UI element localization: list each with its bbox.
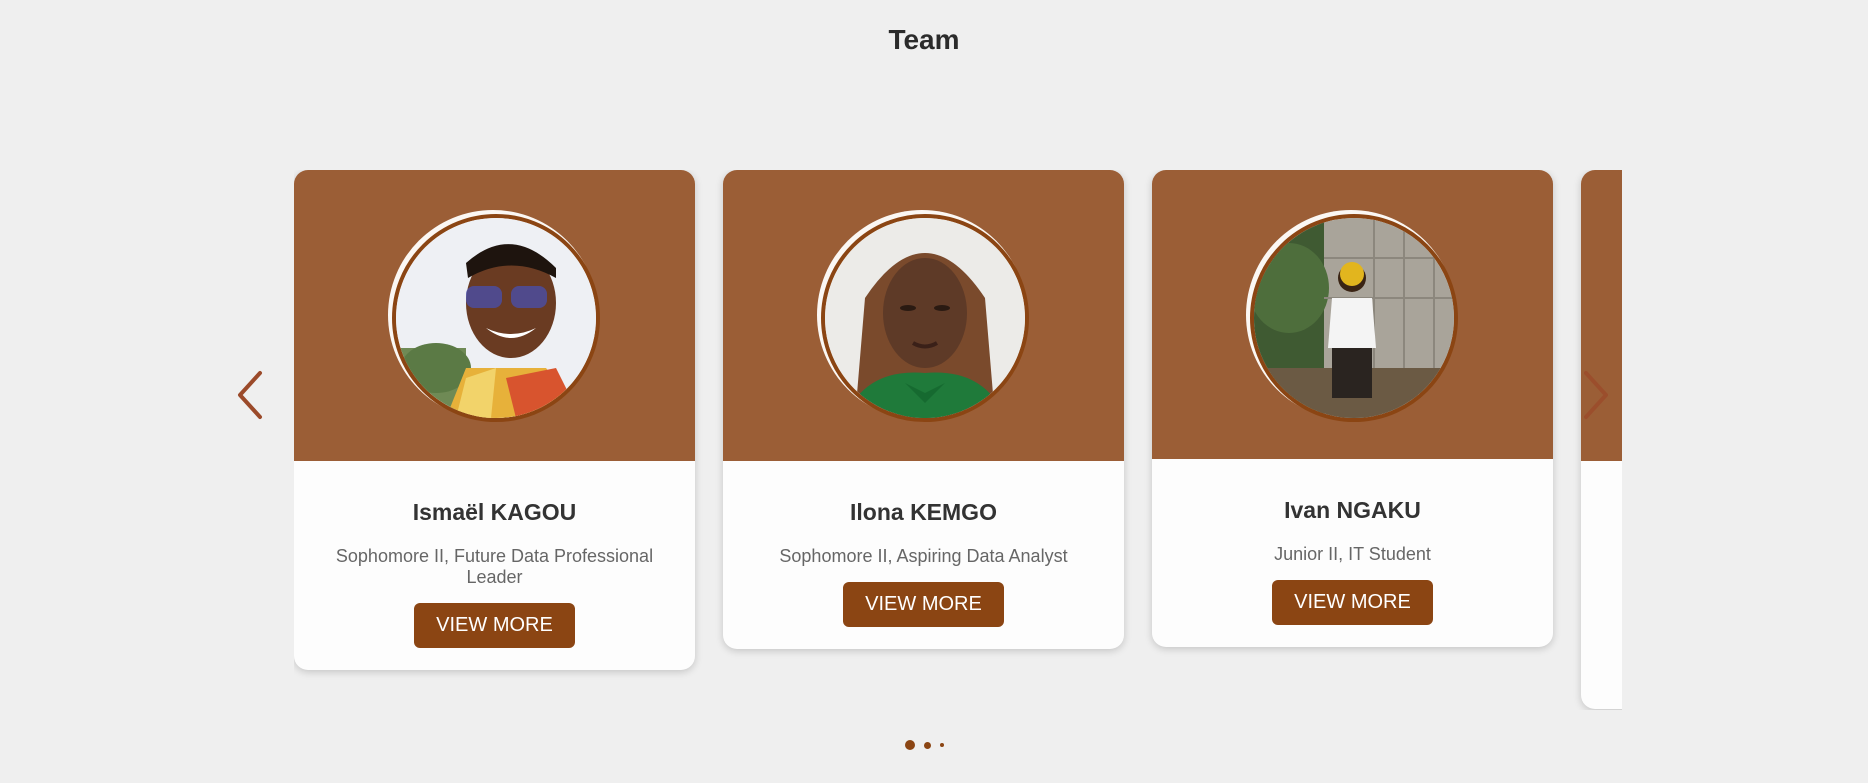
pagination-dot-2[interactable] bbox=[923, 741, 931, 749]
team-card: Ilona KEMGO Sophomore II, Aspiring Data … bbox=[723, 170, 1124, 649]
team-carousel: Ismaël KAGOU Sophomore II, Future Data P… bbox=[294, 170, 1622, 710]
view-more-button[interactable]: VIEW MORE bbox=[414, 603, 575, 648]
pagination-dot-3[interactable] bbox=[939, 743, 944, 747]
pagination-dot-1[interactable] bbox=[904, 740, 915, 750]
avatar bbox=[821, 214, 1029, 422]
view-more-button[interactable]: VIEW MORE bbox=[1272, 580, 1433, 625]
member-role: Sophomore II, Future Data Professional L… bbox=[335, 546, 654, 587]
card-header bbox=[294, 170, 695, 461]
team-page: Team Ismaël KAGOU Sophomore II, Future D… bbox=[0, 0, 1868, 783]
member-name: Ismaël KAGOU bbox=[412, 499, 577, 525]
member-name: Ilona KEMGO bbox=[850, 499, 997, 525]
card-body: Ivan NGAKU Junior II, IT Student VIEW MO… bbox=[1152, 459, 1553, 647]
chevron-right-icon bbox=[1584, 371, 1608, 419]
card-header bbox=[1152, 170, 1553, 459]
card-body bbox=[1581, 461, 1622, 709]
carousel-prev-button[interactable] bbox=[232, 365, 272, 425]
team-card: Ivan NGAKU Junior II, IT Student VIEW MO… bbox=[1152, 170, 1553, 647]
chevron-left-icon bbox=[238, 371, 262, 419]
view-more-button[interactable]: VIEW MORE bbox=[843, 582, 1004, 627]
member-role: Junior II, IT Student bbox=[1274, 544, 1431, 564]
carousel-pagination bbox=[0, 740, 1868, 750]
team-card: Ismaël KAGOU Sophomore II, Future Data P… bbox=[294, 170, 695, 670]
avatar bbox=[392, 214, 600, 422]
carousel-next-button[interactable] bbox=[1574, 365, 1614, 425]
team-card-partial bbox=[1581, 170, 1622, 709]
card-body: Ilona KEMGO Sophomore II, Aspiring Data … bbox=[723, 461, 1124, 649]
member-name: Ivan NGAKU bbox=[1284, 497, 1421, 523]
card-body: Ismaël KAGOU Sophomore II, Future Data P… bbox=[294, 461, 695, 670]
section-title: Team bbox=[888, 24, 960, 55]
avatar bbox=[1250, 214, 1458, 422]
member-role: Sophomore II, Aspiring Data Analyst bbox=[779, 546, 1068, 566]
card-header bbox=[723, 170, 1124, 461]
